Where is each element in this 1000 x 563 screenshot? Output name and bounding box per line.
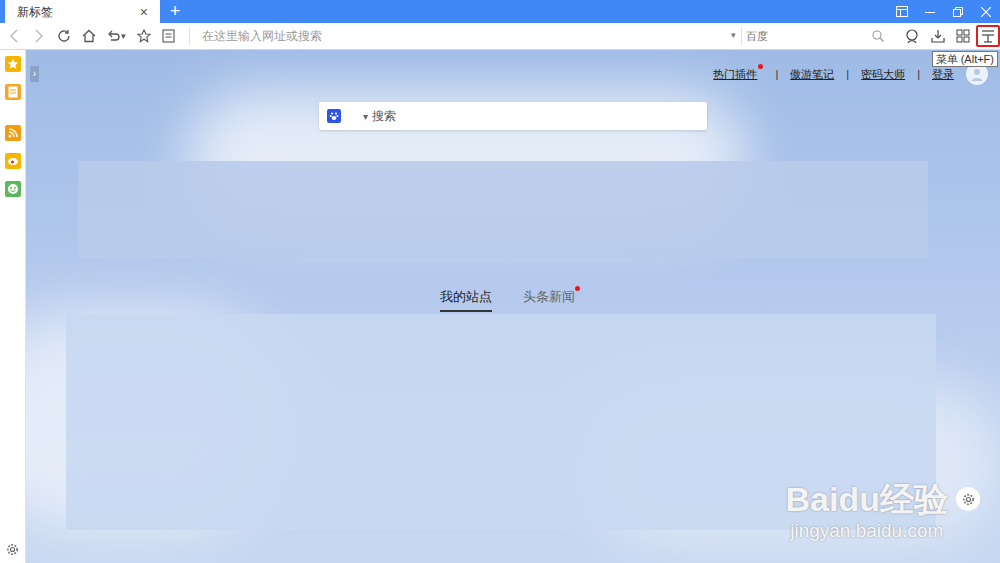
tab-close-button[interactable]: × [140,5,148,19]
content-tab[interactable]: 我的站点 [440,287,492,313]
favorites-icon[interactable] [5,56,21,72]
search-field [742,23,900,49]
restore-icon[interactable] [944,0,972,23]
search-dropdown[interactable]: ▾ [363,109,368,124]
minimize-icon[interactable] [916,0,944,23]
apps-icon[interactable] [950,29,975,43]
window-controls [888,0,1000,23]
new-tab-button[interactable]: + [167,0,183,23]
download-icon[interactable] [925,29,950,43]
tab-list: 新标签 × [0,0,160,23]
weibo-icon[interactable] [5,153,21,169]
link-separator: | [846,66,849,83]
content-tab-label: 头条新闻 [523,289,575,304]
notes-icon[interactable] [5,84,21,100]
sidebar [0,50,26,563]
browser-tab[interactable]: 新标签 × [5,0,160,23]
watermark-url: jingyan.baidu.com [790,519,943,543]
tab-label: 新标签 [17,3,53,21]
top-links: 热门插件 | 傲游笔记 | 密码大师 | 登录 [26,62,1000,86]
top-link[interactable]: 登录 [932,66,954,83]
top-link[interactable]: 傲游笔记 [790,66,834,83]
back-icon[interactable] [1,29,26,43]
top-link[interactable]: 热门插件 [713,66,757,83]
sidebar-toggle[interactable]: › [30,66,39,82]
address-dropdown[interactable]: ▾ [726,29,740,43]
right-toolbar [900,23,1000,49]
watermark-brand: Baidu经验 [786,479,948,519]
menu-icon[interactable] [975,25,1000,47]
badge-dot [575,286,580,291]
account-icon[interactable] [900,29,925,44]
layout-icon[interactable] [888,0,916,23]
page-settings-gear-icon[interactable] [956,487,980,511]
top-link[interactable]: 密码大师 [861,66,905,83]
address-input[interactable] [190,25,726,47]
content-tabs: 我的站点 头条新闻 [26,284,1000,312]
undo-button[interactable]: ▾ [101,29,131,43]
search-engine-input[interactable] [742,25,872,47]
search-input[interactable] [372,104,707,128]
reader-icon[interactable] [156,29,181,43]
undo-dropdown[interactable]: ▾ [121,32,126,41]
close-window-icon[interactable] [972,0,1000,23]
star-icon[interactable] [131,29,156,43]
link-separator: | [917,66,920,83]
search-icon[interactable] [872,30,884,42]
tab-bar: 新标签 × + [0,0,1000,23]
new-tab-page: › 热门插件 | 傲游笔记 | 密码大师 | 登录 ▾ 我的站点 头条新闻 Baidu经验 j… [26,50,1000,563]
baidu-paw-icon[interactable] [327,109,341,123]
reload-icon[interactable] [51,29,76,43]
search-box[interactable]: ▾ [319,102,707,130]
sites-panel [66,314,936,530]
featured-panel [78,161,928,258]
rss-icon[interactable] [5,125,21,141]
watermark: Baidu经验 jingyan.baidu.com [786,479,948,543]
badge-dot [758,64,763,69]
toolbar: ▾ ▾ [0,23,1000,50]
home-icon[interactable] [76,29,101,43]
menu-tooltip: 菜单 (Alt+F) [932,51,998,67]
content-tab[interactable]: 头条新闻 [523,287,575,313]
link-separator: | [775,66,778,83]
undo-icon [106,29,120,43]
content-tab-label: 我的站点 [440,289,492,304]
settings-gear-icon[interactable] [6,543,19,556]
forward-icon[interactable] [26,29,51,43]
social-icon[interactable] [5,181,21,197]
